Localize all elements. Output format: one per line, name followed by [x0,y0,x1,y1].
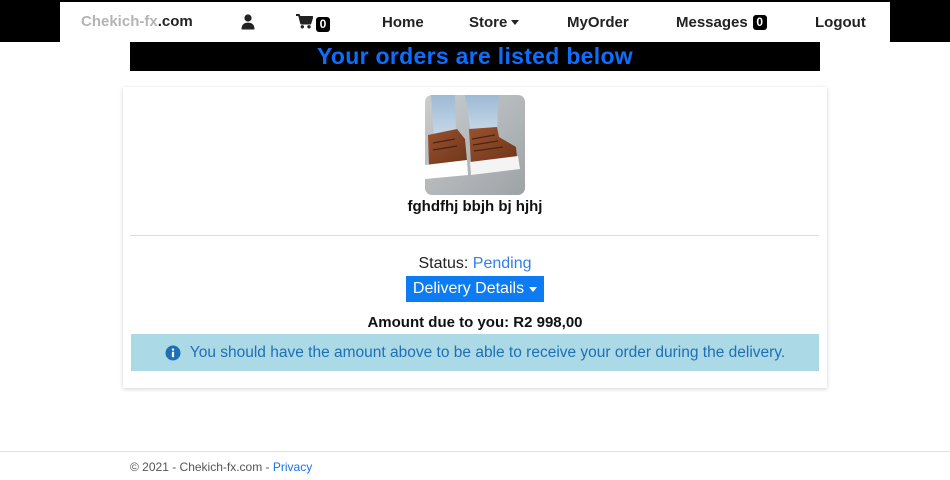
footer: © 2021 - Chekich-fx.com - Privacy [130,460,312,474]
caret-down-icon [511,20,520,25]
nav-logout[interactable]: Logout [815,14,866,31]
amount-due: Amount due to you: R2 998,00 [367,314,583,331]
nav-home[interactable]: Home [382,14,424,31]
cart-icon [296,14,314,34]
footer-divider [0,451,950,452]
nav-store-dropdown[interactable]: Store [469,14,520,31]
brand-part-1: Chekich-fx [81,13,158,30]
page-banner: Your orders are listed below [130,42,820,71]
status-label: Status: [418,255,469,272]
info-alert: You should have the amount above to be a… [131,334,819,371]
nav-store-label: Store [469,14,508,31]
delivery-details-button[interactable]: Delivery Details [406,276,544,302]
product-image[interactable] [425,95,525,195]
navbar-background: Chekich-fx.com 0 Home Store MyOrder Mess… [0,0,950,42]
messages-count-badge: 0 [752,15,767,30]
info-circle-icon [165,345,181,361]
card-divider [130,235,819,236]
order-status: Status: Pending [123,255,827,273]
nav-messages[interactable]: Messages 0 [676,14,767,31]
user-icon[interactable] [241,14,255,30]
info-alert-text: You should have the amount above to be a… [189,343,786,361]
navbar: Chekich-fx.com 0 Home Store MyOrder Mess… [60,2,890,42]
brand-part-2: .com [157,13,193,30]
cart-link[interactable]: 0 [296,14,330,34]
caret-down-icon [529,286,538,292]
footer-copyright: © 2021 - Chekich-fx.com - [130,460,273,474]
page-title: Your orders are listed below [316,43,633,69]
status-value: Pending [472,255,532,272]
order-card: fghdfhj bbjh bj hjhj Status: Pending Del… [123,87,827,388]
product-name: fghdfhj bbjh bj hjhj [407,198,543,215]
cart-count-badge: 0 [316,16,330,32]
nav-messages-label: Messages [676,14,748,31]
brand-logo[interactable]: Chekich-fx.com [81,13,193,30]
delivery-details-label: Delivery Details [412,280,525,297]
nav-myorder[interactable]: MyOrder [567,14,629,31]
privacy-link[interactable]: Privacy [273,460,312,474]
